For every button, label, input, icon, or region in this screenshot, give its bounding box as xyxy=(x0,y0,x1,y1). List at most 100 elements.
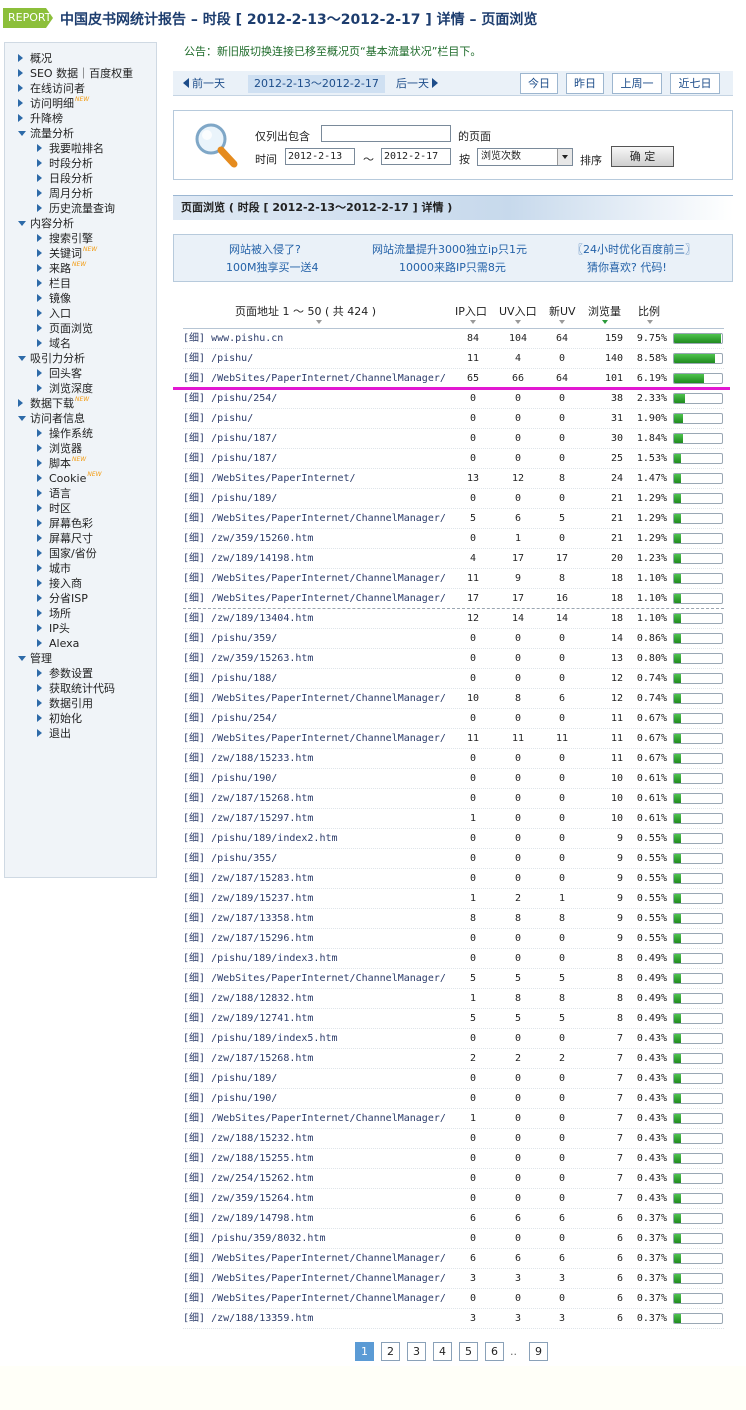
today-button[interactable]: 今日 xyxy=(520,73,558,94)
page-url-link[interactable]: [细] /WebSites/PaperInternet/ChannelManag… xyxy=(183,509,446,529)
sidebar-item[interactable]: 屏幕色彩 xyxy=(5,516,156,531)
detail-link[interactable]: [细] xyxy=(183,713,205,724)
sidebar-item[interactable]: 初始化 xyxy=(5,711,156,726)
page-url-link[interactable]: [细] /pishu/188/ xyxy=(183,669,277,689)
page-url-link[interactable]: [细] www.pishu.cn xyxy=(183,329,283,349)
page-url-link[interactable]: [细] /zw/254/15262.htm xyxy=(183,1169,313,1189)
detail-link[interactable]: [细] xyxy=(183,1293,205,1304)
page-url-link[interactable]: [细] /WebSites/PaperInternet/ChannelManag… xyxy=(183,969,446,989)
sort-arrow-active-icon[interactable] xyxy=(602,320,608,324)
page-button[interactable]: 6 xyxy=(485,1342,504,1361)
sidebar-item[interactable]: 管理 xyxy=(5,651,156,666)
page-url-link[interactable]: [细] /pishu/355/ xyxy=(183,849,277,869)
detail-link[interactable]: [细] xyxy=(183,1193,205,1204)
page-url-link[interactable]: [细] /zw/188/13359.htm xyxy=(183,1309,313,1329)
sidebar-item[interactable]: 搜索引擎 xyxy=(5,231,156,246)
page-url-link[interactable]: [细] /pishu/254/ xyxy=(183,709,277,729)
page-url-link[interactable]: [细] /zw/189/13404.htm xyxy=(183,609,313,629)
ad-link-1[interactable]: 网站被入侵了? xyxy=(229,241,301,257)
page-url-link[interactable]: [细] /zw/187/15283.htm xyxy=(183,869,313,889)
date-to-input[interactable]: 2012-2-17 xyxy=(381,148,451,165)
sidebar-item[interactable]: 在线访问者 xyxy=(5,81,156,96)
detail-link[interactable]: [细] xyxy=(183,653,205,664)
ad-link-6[interactable]: 猜你喜欢? 代码! xyxy=(587,259,667,275)
detail-link[interactable]: [细] xyxy=(183,633,205,644)
page-button[interactable]: 2 xyxy=(381,1342,400,1361)
sidebar-item[interactable]: 域名 xyxy=(5,336,156,351)
page-url-link[interactable]: [细] /pishu/189/ xyxy=(183,489,277,509)
sidebar-item[interactable]: 分省ISP xyxy=(5,591,156,606)
sidebar-item[interactable]: 内容分析 xyxy=(5,216,156,231)
sort-arrow-icon[interactable] xyxy=(470,320,476,324)
detail-link[interactable]: [细] xyxy=(183,1033,205,1044)
detail-link[interactable]: [细] xyxy=(183,673,205,684)
page-url-link[interactable]: [细] /zw/189/14198.htm xyxy=(183,549,313,569)
page-url-link[interactable]: [细] /pishu/ xyxy=(183,349,253,369)
detail-link[interactable]: [细] xyxy=(183,1173,205,1184)
page-url-link[interactable]: [细] /zw/188/15233.htm xyxy=(183,749,313,769)
sidebar-item[interactable]: 入口 xyxy=(5,306,156,321)
page-url-link[interactable]: [细] /zw/189/14798.htm xyxy=(183,1209,313,1229)
page-url-link[interactable]: [细] /zw/188/12832.htm xyxy=(183,989,313,1009)
prev-day-link[interactable]: 前一天 xyxy=(183,75,225,93)
page-url-link[interactable]: [细] /zw/359/15264.htm xyxy=(183,1189,313,1209)
sort-arrow-icon[interactable] xyxy=(647,320,653,324)
ad-link-3[interactable]: 〖24小时优化百度前三〗 xyxy=(572,241,696,257)
sidebar-item[interactable]: 访问者信息 xyxy=(5,411,156,426)
detail-link[interactable]: [细] xyxy=(183,453,205,464)
detail-link[interactable]: [细] xyxy=(183,1313,205,1324)
detail-link[interactable]: [细] xyxy=(183,1093,205,1104)
detail-link[interactable]: [细] xyxy=(183,873,205,884)
detail-link[interactable]: [细] xyxy=(183,1013,205,1024)
sidebar-item[interactable]: 城市 xyxy=(5,561,156,576)
sidebar-item[interactable]: 升降榜 xyxy=(5,111,156,126)
detail-link[interactable]: [细] xyxy=(183,513,205,524)
detail-link[interactable]: [细] xyxy=(183,433,205,444)
page-url-link[interactable]: [细] /WebSites/PaperInternet/ChannelManag… xyxy=(183,1109,446,1129)
page-url-link[interactable]: [细] /WebSites/PaperInternet/ChannelManag… xyxy=(183,729,446,749)
sidebar-item[interactable]: 来路NEW xyxy=(5,261,156,276)
sidebar-item[interactable]: 浏览器 xyxy=(5,441,156,456)
sidebar-item[interactable]: 访问明细NEW xyxy=(5,96,156,111)
sidebar-item[interactable]: 场所 xyxy=(5,606,156,621)
col-header-uv[interactable]: UV入口 xyxy=(499,303,537,319)
page-button[interactable]: 1 xyxy=(355,1342,374,1361)
sidebar-item[interactable]: 参数设置 xyxy=(5,666,156,681)
sidebar-item[interactable]: CookieNEW xyxy=(5,471,156,486)
page-url-link[interactable]: [细] /WebSites/PaperInternet/ChannelManag… xyxy=(183,1269,446,1289)
next-day-link[interactable]: 后一天 xyxy=(396,75,438,93)
page-url-link[interactable]: [细] /zw/359/15263.htm xyxy=(183,649,313,669)
detail-link[interactable]: [细] xyxy=(183,693,205,704)
detail-link[interactable]: [细] xyxy=(183,1133,205,1144)
contains-input[interactable] xyxy=(321,125,451,142)
sidebar-item[interactable]: 接入商 xyxy=(5,576,156,591)
page-url-link[interactable]: [细] /pishu/ xyxy=(183,409,253,429)
detail-link[interactable]: [细] xyxy=(183,993,205,1004)
page-button-last[interactable]: 9 xyxy=(529,1342,548,1361)
sidebar-item[interactable]: 栏目 xyxy=(5,276,156,291)
sidebar-item[interactable]: 流量分析 xyxy=(5,126,156,141)
detail-link[interactable]: [细] xyxy=(183,593,205,604)
sidebar-item[interactable]: 我要啦排名 xyxy=(5,141,156,156)
page-url-link[interactable]: [细] /WebSites/PaperInternet/ChannelManag… xyxy=(183,1249,446,1269)
page-button[interactable]: 5 xyxy=(459,1342,478,1361)
confirm-button[interactable]: 确 定 xyxy=(611,146,674,167)
detail-link[interactable]: [细] xyxy=(183,973,205,984)
date-from-input[interactable]: 2012-2-13 xyxy=(285,148,355,165)
sidebar-item[interactable]: 语言 xyxy=(5,486,156,501)
detail-link[interactable]: [细] xyxy=(183,793,205,804)
detail-link[interactable]: [细] xyxy=(183,1113,205,1124)
detail-link[interactable]: [细] xyxy=(183,853,205,864)
page-url-link[interactable]: [细] /zw/359/15260.htm xyxy=(183,529,313,549)
detail-link[interactable]: [细] xyxy=(183,933,205,944)
sidebar-item[interactable]: 国家/省份 xyxy=(5,546,156,561)
sidebar-item[interactable]: 操作系统 xyxy=(5,426,156,441)
last-monday-button[interactable]: 上周一 xyxy=(612,73,662,94)
detail-link[interactable]: [细] xyxy=(183,753,205,764)
detail-link[interactable]: [细] xyxy=(183,733,205,744)
detail-link[interactable]: [细] xyxy=(183,1273,205,1284)
page-url-link[interactable]: [细] /zw/187/15268.htm xyxy=(183,1049,313,1069)
detail-link[interactable]: [细] xyxy=(183,833,205,844)
sidebar-item[interactable]: 页面浏览 xyxy=(5,321,156,336)
current-range-tab[interactable]: 2012-2-13～2012-2-17 xyxy=(248,75,385,93)
